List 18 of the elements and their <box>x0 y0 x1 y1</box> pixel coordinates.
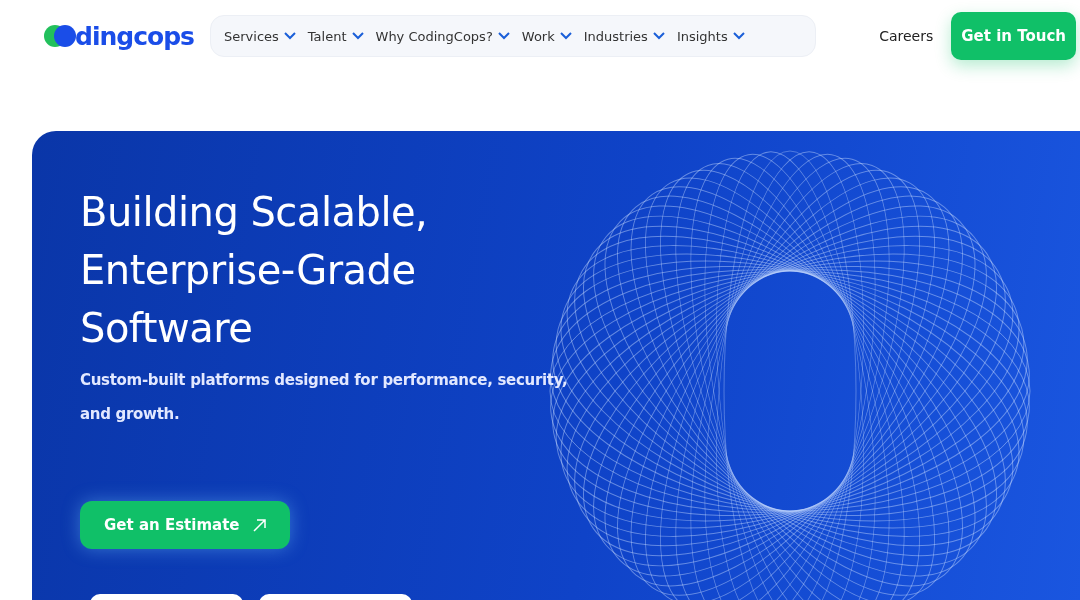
chevron-down-icon <box>559 32 572 40</box>
nav-menu-item[interactable]: Why CodingCops? <box>370 28 515 44</box>
arrow-up-right-icon <box>253 518 267 532</box>
nav-menu-item[interactable]: Services <box>219 28 301 44</box>
logo-text: dingcops <box>75 21 194 51</box>
nav-menu-item[interactable]: Work <box>516 28 577 44</box>
nav-menu-item[interactable]: Industries <box>578 28 670 44</box>
hero-heading: Building Scalable, Enterprise-Grade Software <box>80 188 429 353</box>
chevron-down-icon <box>351 32 364 40</box>
nav-menu-item[interactable]: Talent <box>302 28 369 44</box>
nav-menu-item[interactable]: Insights <box>671 28 750 44</box>
chevron-down-icon <box>497 32 510 40</box>
chevron-down-icon <box>283 32 296 40</box>
chevron-down-icon <box>732 32 745 40</box>
logo-icon <box>44 24 77 48</box>
hero-subtitle: Custom-built platforms designed for performance, security, and growth. <box>80 370 569 425</box>
chevron-down-icon <box>652 32 665 40</box>
careers-link[interactable]: Careers <box>879 28 934 44</box>
